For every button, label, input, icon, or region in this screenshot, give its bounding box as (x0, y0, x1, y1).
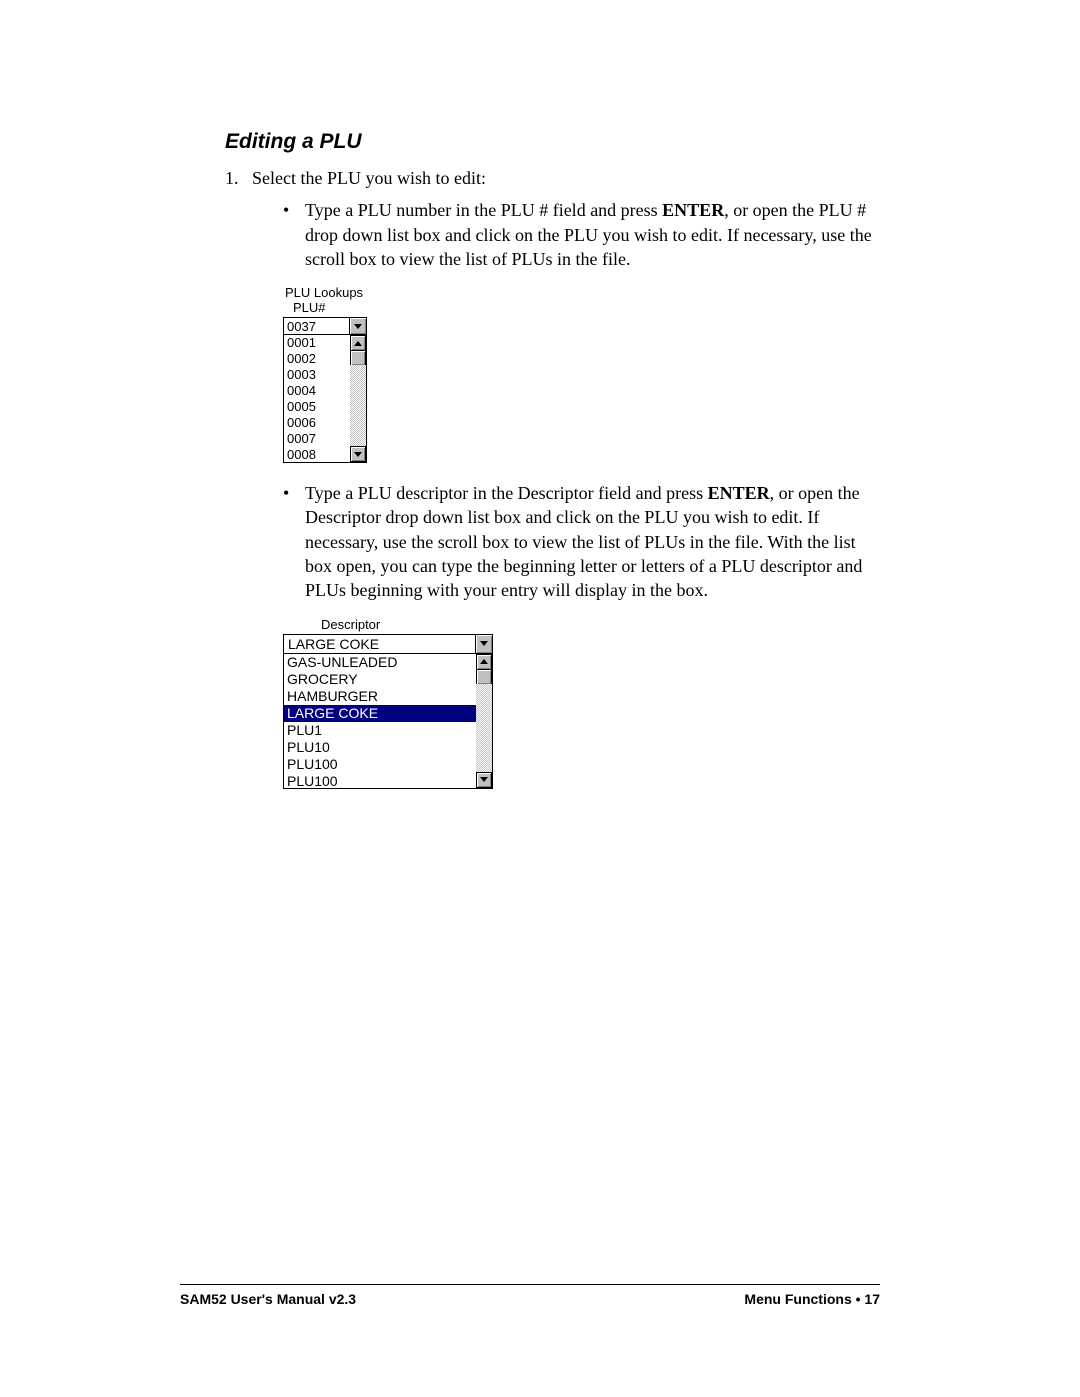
scroll-thumb[interactable] (350, 351, 366, 365)
plu-number-label: PLU# (283, 300, 367, 315)
plu-dropdown-button[interactable] (349, 318, 366, 334)
list-item[interactable]: 0002 (287, 351, 347, 367)
plu-combobox-value[interactable]: 0037 (284, 318, 349, 334)
list-item[interactable]: 0006 (287, 415, 347, 431)
bullet-icon: • (283, 481, 305, 602)
page-footer: SAM52 User's Manual v2.3 Menu Functions … (180, 1284, 880, 1307)
chevron-down-icon (354, 324, 362, 329)
footer-section: Menu Functions (744, 1291, 855, 1307)
list-item[interactable]: PLU100 (287, 773, 473, 788)
step-1: 1. Select the PLU you wish to edit: (225, 166, 885, 190)
list-item[interactable]: PLU100 (287, 756, 473, 773)
plu-lookups-title: PLU Lookups (283, 285, 367, 300)
enter-key-label: ENTER (708, 483, 770, 503)
bullet1-text-a: Type a PLU number in the PLU # field and… (305, 200, 662, 220)
list-item[interactable]: 0004 (287, 383, 347, 399)
footer-right: Menu Functions • 17 (744, 1291, 880, 1307)
chevron-down-icon (480, 641, 488, 646)
step-number: 1. (225, 168, 239, 188)
bullet2-text-a: Type a PLU descriptor in the Descriptor … (305, 483, 708, 503)
plu-list-items[interactable]: 0001 0002 0003 0004 0005 0006 0007 0008 (284, 335, 350, 462)
bullet-item: • Type a PLU descriptor in the Descripto… (283, 481, 885, 602)
footer-page-number: 17 (861, 1291, 880, 1307)
descriptor-dropdown-button[interactable] (475, 635, 492, 653)
list-item[interactable]: 0008 (287, 447, 347, 462)
descriptor-combobox[interactable]: LARGE COKE (283, 634, 493, 654)
list-item[interactable]: 0001 (287, 335, 347, 351)
list-item[interactable]: 0003 (287, 367, 347, 383)
section-heading: Editing a PLU (225, 130, 885, 154)
chevron-up-icon (480, 659, 488, 664)
list-item[interactable]: HAMBURGER (287, 688, 473, 705)
list-item[interactable]: 0005 (287, 399, 347, 415)
descriptor-list-items[interactable]: GAS-UNLEADED GROCERY HAMBURGER LARGE COK… (284, 654, 476, 788)
list-item[interactable]: PLU1 (287, 722, 473, 739)
list-item[interactable]: 0007 (287, 431, 347, 447)
step-text: Select the PLU you wish to edit: (252, 168, 486, 188)
enter-key-label: ENTER (662, 200, 724, 220)
list-item[interactable]: GAS-UNLEADED (287, 654, 473, 671)
descriptor-listbox[interactable]: GAS-UNLEADED GROCERY HAMBURGER LARGE COK… (283, 654, 493, 789)
descriptor-scrollbar[interactable] (476, 654, 492, 788)
descriptor-combobox-value[interactable]: LARGE COKE (284, 635, 475, 653)
chevron-down-icon (354, 452, 362, 457)
plu-combobox[interactable]: 0037 (283, 317, 367, 335)
footer-left: SAM52 User's Manual v2.3 (180, 1291, 356, 1307)
plu-scrollbar[interactable] (350, 335, 366, 462)
plu-listbox[interactable]: 0001 0002 0003 0004 0005 0006 0007 0008 (283, 335, 367, 463)
list-item[interactable]: PLU10 (287, 739, 473, 756)
descriptor-label: Descriptor (283, 617, 493, 632)
scroll-up-button[interactable] (350, 335, 366, 351)
bullet-icon: • (283, 198, 305, 271)
scroll-thumb[interactable] (476, 670, 492, 684)
chevron-down-icon (480, 777, 488, 782)
list-item[interactable]: GROCERY (287, 671, 473, 688)
plu-lookups-widget: PLU Lookups PLU# 0037 0001 0002 0003 000… (283, 285, 367, 463)
scroll-down-button[interactable] (476, 772, 492, 788)
bullet-item: • Type a PLU number in the PLU # field a… (283, 198, 885, 271)
list-item-selected[interactable]: LARGE COKE (284, 705, 476, 722)
scroll-up-button[interactable] (476, 654, 492, 670)
chevron-up-icon (354, 341, 362, 346)
descriptor-widget: Descriptor LARGE COKE GAS-UNLEADED GROCE… (283, 617, 493, 789)
scroll-down-button[interactable] (350, 446, 366, 462)
